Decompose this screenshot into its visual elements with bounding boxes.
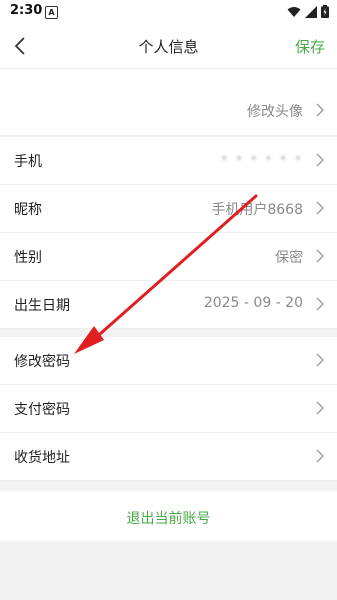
nickname-row[interactable]: 昵称 手机用户8668 [0,185,337,233]
signal-icon [305,5,317,18]
save-button[interactable]: 保存 [295,36,325,57]
change-password-label: 修改密码 [14,354,70,370]
phone-value: • • • • • • [220,151,303,167]
gender-label: 性别 [14,250,42,266]
phone-row[interactable]: 手机 • • • • • • [0,137,337,185]
status-bar: 2:30 A [0,0,337,24]
birthday-value: 2025 - 09 - 20 [203,295,303,311]
avatar-value: 修改头像 [247,104,303,120]
nav-bar: 个人信息 保存 [0,24,337,69]
phone-label: 手机 [14,154,42,170]
change-password-row[interactable]: 修改密码 [0,337,337,385]
shipping-address-label: 收货地址 [14,450,70,466]
nickname-value: 手机用户8668 [211,202,303,218]
payment-password-row[interactable]: 支付密码 [0,385,337,433]
page-title: 个人信息 [138,38,199,56]
birthday-label: 出生日期 [14,298,70,314]
chevron-right-icon [316,353,324,367]
logout-label: 退出当前账号 [126,511,211,527]
chevron-right-icon [316,449,324,463]
notification-icon: A [45,6,58,19]
avatar-row[interactable]: 修改头像 [0,69,337,136]
status-time: 2:30 [10,3,43,18]
battery-icon [321,5,329,18]
chevron-right-icon [316,201,324,215]
shipping-address-row[interactable]: 收货地址 [0,433,337,481]
chevron-right-icon [316,153,324,167]
status-icons [287,5,329,18]
chevron-right-icon [316,103,324,117]
chevron-right-icon [316,297,324,311]
gender-value: 保密 [275,250,303,266]
payment-password-label: 支付密码 [14,402,70,418]
logout-button[interactable]: 退出当前账号 [0,491,337,541]
gender-row[interactable]: 性别 保密 [0,233,337,281]
wifi-icon [287,6,301,17]
chevron-right-icon [316,401,324,415]
chevron-right-icon [316,249,324,263]
birthday-row[interactable]: 出生日期 2025 - 09 - 20 [0,281,337,329]
nickname-label: 昵称 [14,202,42,218]
